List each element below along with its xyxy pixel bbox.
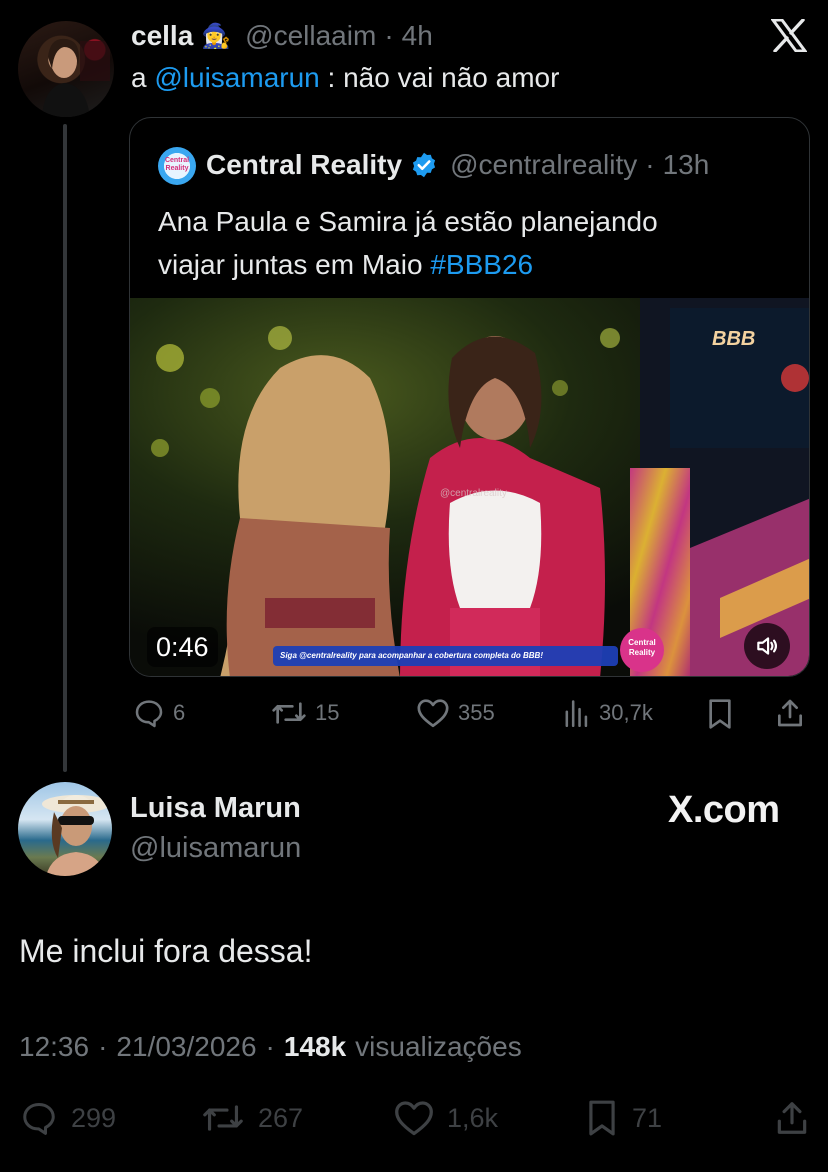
reply-icon	[23, 1103, 55, 1135]
reply-retweet-count: 15	[315, 700, 340, 725]
video-player[interactable]: BBB @centralreality Siga @centralreality…	[130, 298, 809, 676]
cella-avatar-image	[42, 38, 110, 117]
quoted-tweet-card[interactable]: Central Reality Central Reality @central…	[129, 117, 810, 677]
main-bookmark-action[interactable]: 71	[584, 1099, 662, 1137]
mute-button[interactable]	[744, 623, 790, 669]
luisa-avatar[interactable]	[18, 782, 112, 876]
reply-reply-action[interactable]: 6	[133, 697, 185, 729]
quoted-author-name[interactable]: Central Reality	[206, 149, 402, 181]
mention-link[interactable]: @luisamarun	[154, 62, 319, 93]
reply-icon	[135, 700, 163, 728]
main-tweet-text: Me inclui fora dessa!	[19, 933, 313, 969]
bookmark-icon	[589, 1100, 615, 1136]
main-like-count: 1,6k	[447, 1102, 499, 1133]
luisa-avatar-image	[42, 795, 110, 876]
reply-reply-count: 6	[173, 700, 186, 725]
main-time[interactable]: 12:36	[19, 1031, 89, 1063]
video-ticker: Siga @centralreality para acompanhar a c…	[280, 651, 543, 660]
central-reality-avatar: Central Reality	[158, 147, 196, 185]
reply-bookmark-icon[interactable]	[705, 698, 735, 730]
reply-retweet-action[interactable]: 15	[271, 697, 339, 729]
main-meta: 12:36 · 21/03/2026 · 148k visualizações	[19, 1031, 522, 1063]
retweet-icon	[203, 1105, 243, 1131]
heart-icon	[417, 699, 449, 728]
main-bookmark-count: 71	[632, 1102, 663, 1133]
main-reply-count: 299	[71, 1102, 117, 1133]
main-date[interactable]: 21/03/2026	[116, 1031, 256, 1063]
quoted-text-line1: Ana Paula e Samira já estão planejando	[158, 206, 658, 237]
reply-handle[interactable]: @cellaaim	[245, 20, 376, 52]
reply-header: cella 🧙‍♀️ @cellaaim · 4h	[131, 19, 433, 53]
reply-author-name[interactable]: cella	[131, 20, 193, 52]
central-reality-avatar-text: Central Reality	[164, 157, 190, 172]
quoted-text-line2-prefix: viajar juntas em Maio	[158, 249, 423, 280]
main-retweet-count: 267	[258, 1102, 304, 1133]
quoted-separator: ·	[645, 149, 655, 180]
main-author-name[interactable]: Luisa Marun	[130, 792, 301, 825]
views-icon	[565, 700, 588, 727]
retweet-icon	[272, 702, 306, 724]
cella-avatar[interactable]	[18, 21, 114, 117]
reply-text-suffix: : não vai não amor	[327, 62, 560, 93]
bbb-logo: BBB	[712, 328, 756, 350]
reply-text: a @luisamarun : não vai não amor	[131, 62, 559, 94]
thread-line	[63, 124, 67, 772]
witch-emoji-icon: 🧙‍♀️	[201, 22, 232, 50]
reply-share-icon[interactable]	[774, 697, 806, 729]
quoted-header: Central Reality @centralreality · 13h	[206, 146, 709, 184]
video-watermark: @centralreality	[440, 488, 507, 499]
video-duration: 0:46	[147, 627, 218, 667]
reply-views-count: 30,7k	[599, 700, 653, 725]
brand-watermark: X.com	[668, 789, 780, 831]
quoted-text-line2: viajar juntas em Maio #BBB26	[158, 243, 798, 286]
hashtag-link[interactable]: #BBB26	[430, 249, 533, 280]
main-share-icon[interactable]	[773, 1099, 811, 1137]
video-badge: Central Reality	[628, 638, 656, 657]
reply-time[interactable]: 4h	[402, 20, 433, 52]
x-logo-icon[interactable]	[771, 19, 807, 52]
main-like-action[interactable]: 1,6k	[393, 1099, 498, 1137]
reply-text-prefix: a	[131, 62, 147, 93]
verified-badge-icon	[412, 152, 436, 178]
main-retweet-action[interactable]: 267	[200, 1099, 303, 1137]
quoted-text: Ana Paula e Samira já estão planejando v…	[158, 200, 798, 286]
main-reply-action[interactable]: 299	[19, 1099, 116, 1137]
reply-like-count: 355	[458, 700, 495, 725]
video-duration-text: 0:46	[156, 631, 209, 662]
main-views-count: 148k	[283, 1031, 347, 1062]
main-handle[interactable]: @luisamarun	[130, 832, 301, 865]
speaker-icon	[757, 637, 778, 655]
quoted-time[interactable]: 13h	[663, 149, 710, 181]
reply-views-action[interactable]: 30,7k	[563, 697, 653, 729]
heart-icon	[395, 1101, 433, 1136]
reply-separator: ·	[384, 20, 394, 51]
reply-like-action[interactable]: 355	[416, 697, 495, 729]
main-separator-1: ·	[98, 1031, 108, 1062]
main-views-label: visualizações	[355, 1031, 522, 1062]
quoted-handle[interactable]: @centralreality	[450, 149, 637, 181]
main-separator-2: ·	[265, 1031, 275, 1062]
